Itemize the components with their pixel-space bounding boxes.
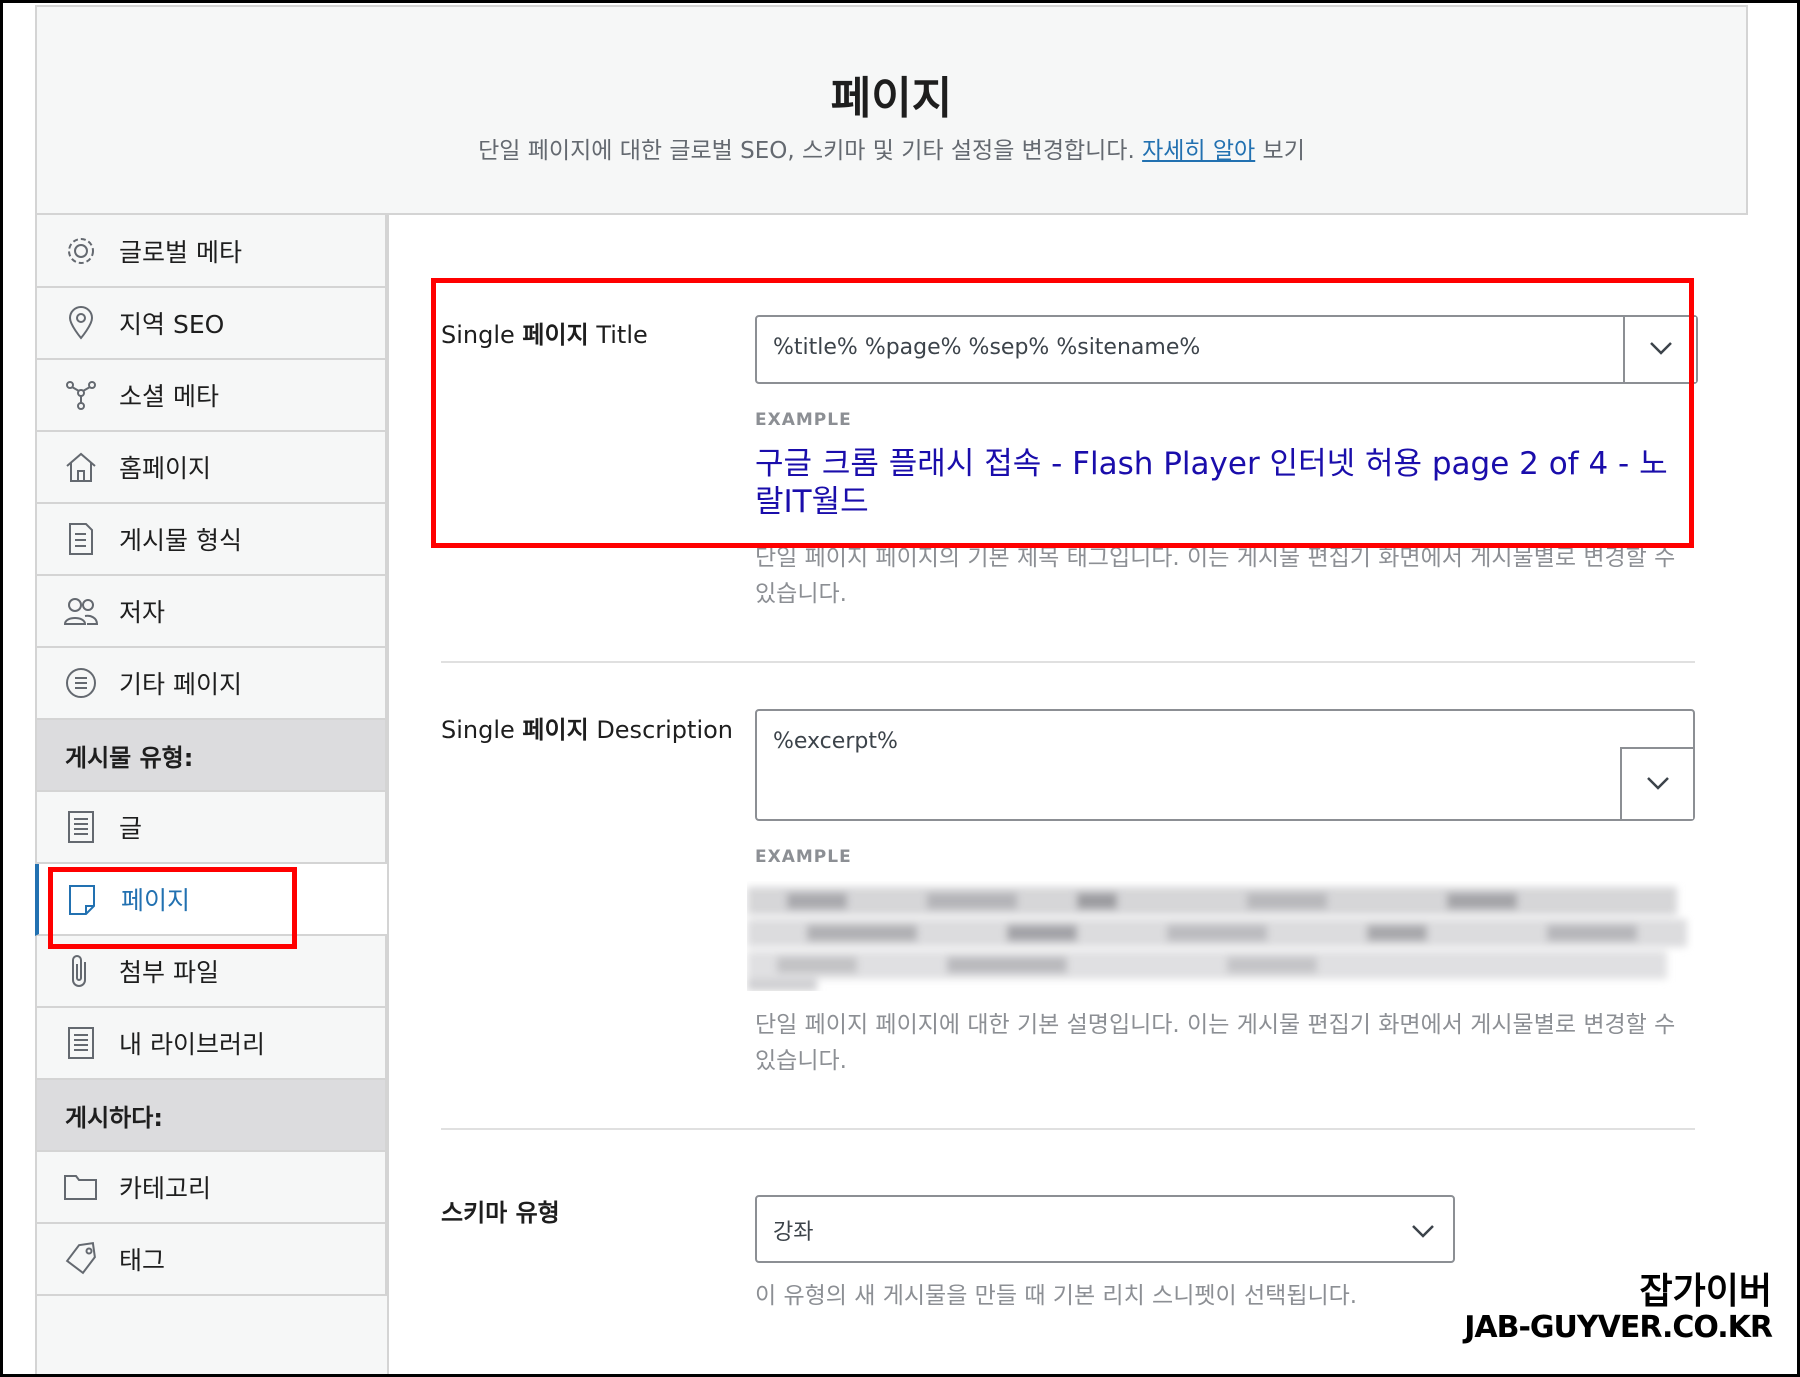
sidebar-item-authors[interactable]: 저자 (35, 576, 387, 648)
sidebar-item-label: 페이지 (121, 886, 191, 915)
title-field-label: Single 페이지 Title (441, 315, 648, 350)
title-template-value: %title% %page% %sep% %sitename% (773, 335, 1201, 360)
sidebar-item-pages[interactable]: 페이지 (35, 864, 387, 936)
post-icon (61, 807, 101, 847)
sidebar-item-label: 첨부 파일 (119, 958, 219, 987)
chevron-down-icon (1411, 1223, 1435, 1242)
settings-content: Single 페이지 Title %title% %page% %sep% %s… (387, 215, 1748, 1377)
sidebar-item-label: 홈페이지 (119, 454, 212, 483)
sidebar-item-label: 카테고리 (119, 1174, 212, 1203)
sidebar-item-label: 글로벌 메타 (119, 237, 242, 267)
chevron-down-icon (1649, 340, 1673, 359)
title-example-label: EXAMPLE (755, 410, 852, 430)
list-circle-icon (61, 663, 101, 703)
library-icon (61, 1023, 101, 1063)
description-variables-dropdown[interactable] (1620, 747, 1693, 819)
section-label: 게시물 유형: (65, 743, 194, 772)
watermark-korean: 잡가이버 (1639, 1271, 1772, 1312)
page-title: 페이지 (830, 73, 953, 124)
page-icon (63, 879, 103, 919)
section-taxonomies: 게시하다: (35, 1080, 387, 1152)
sidebar-item-posts[interactable]: 글 (35, 792, 387, 864)
section-label: 게시하다: (65, 1103, 163, 1132)
sidebar-item-label: 저자 (119, 598, 166, 627)
sidebar-item-label: 태그 (119, 1246, 166, 1275)
sidebar-item-attachments[interactable]: 첨부 파일 (35, 936, 387, 1008)
schema-type-select[interactable]: 강좌 (755, 1195, 1455, 1263)
divider (441, 1128, 1695, 1130)
sidebar-item-label: 기타 페이지 (119, 670, 242, 699)
sidebar-item-label: 내 라이브러리 (119, 1030, 265, 1059)
description-template-value: %excerpt% (773, 729, 898, 754)
divider (441, 661, 1695, 663)
page-header: 페이지 단일 페이지에 대한 글로벌 SEO, 스키마 및 기타 설정을 변경합… (35, 5, 1748, 215)
schema-type-value: 강좌 (773, 1220, 814, 1245)
subtitle-text: 단일 페이지에 대한 글로벌 SEO, 스키마 및 기타 설정을 변경합니다. (478, 138, 1135, 164)
description-help-text: 단일 페이지 페이지에 대한 기본 설명입니다. 이는 게시물 편집기 화면에서… (755, 1012, 1676, 1074)
sidebar-item-local-seo[interactable]: 지역 SEO (35, 288, 387, 360)
schema-type-label: 스키마 유형 (441, 1199, 560, 1227)
label-bold: 페이지 (522, 321, 589, 349)
sidebar-item-my-library[interactable]: 내 라이브러리 (35, 1008, 387, 1080)
title-example-preview: 구글 크롬 플래시 접속 - Flash Player 인터넷 허용 page … (755, 446, 1668, 520)
document-icon (61, 519, 101, 559)
home-icon (61, 447, 101, 487)
sidebar-item-other-pages[interactable]: 기타 페이지 (35, 648, 387, 720)
tag-icon (61, 1239, 101, 1279)
title-variables-dropdown[interactable] (1623, 317, 1696, 382)
schema-help-text: 이 유형의 새 게시물을 만들 때 기본 리치 스니펫이 선택됩니다. (755, 1283, 1358, 1309)
sidebar-item-homepage[interactable]: 홈페이지 (35, 432, 387, 504)
folder-icon (61, 1167, 101, 1207)
sidebar-nav: 글로벌 메타 지역 SEO 소셜 메타 홈페이지 게시물 형식 저자 기타 페이… (35, 215, 387, 1305)
label-prefix: Single (441, 321, 515, 349)
label-suffix: Description (596, 716, 733, 744)
learn-more-link[interactable]: 자세히 알아 (1142, 138, 1255, 164)
chevron-down-icon (1646, 775, 1670, 794)
label-prefix: Single (441, 716, 515, 744)
users-icon (61, 591, 101, 631)
sidebar-item-social-meta[interactable]: 소셜 메타 (35, 360, 387, 432)
watermark-url: JAB-GUYVER.CO.KR (1464, 1310, 1773, 1345)
title-template-input[interactable]: %title% %page% %sep% %sitename% (755, 315, 1698, 384)
section-post-types: 게시물 유형: (35, 720, 387, 792)
sidebar-item-label: 게시물 형식 (119, 526, 242, 555)
gear-icon (61, 231, 101, 271)
sidebar-item-categories[interactable]: 카테고리 (35, 1152, 387, 1224)
description-field-label: Single 페이지 Description (441, 710, 733, 745)
sidebar-item-global-meta[interactable]: 글로벌 메타 (35, 215, 387, 288)
sidebar-item-label: 소셜 메타 (119, 382, 219, 411)
location-pin-icon (61, 303, 101, 343)
sidebar-item-tags[interactable]: 태그 (35, 1224, 387, 1296)
paperclip-icon (61, 951, 101, 991)
sidebar-item-label: 지역 SEO (119, 310, 225, 339)
label-suffix: Title (596, 321, 648, 349)
description-example-label: EXAMPLE (755, 847, 852, 867)
sidebar-item-label: 글 (119, 814, 143, 843)
page-subtitle: 단일 페이지에 대한 글로벌 SEO, 스키마 및 기타 설정을 변경합니다. … (37, 131, 1746, 165)
title-help-text: 단일 페이지 페이지의 기본 제목 태그입니다. 이는 게시물 편집기 화면에서… (755, 545, 1676, 607)
share-icon (61, 375, 101, 415)
blurred-description-preview (747, 881, 1695, 991)
sidebar-item-post-formats[interactable]: 게시물 형식 (35, 504, 387, 576)
description-template-input[interactable]: %excerpt% (755, 709, 1695, 821)
subtitle-suffix: 보기 (1262, 138, 1305, 164)
label-bold: 페이지 (522, 716, 589, 744)
